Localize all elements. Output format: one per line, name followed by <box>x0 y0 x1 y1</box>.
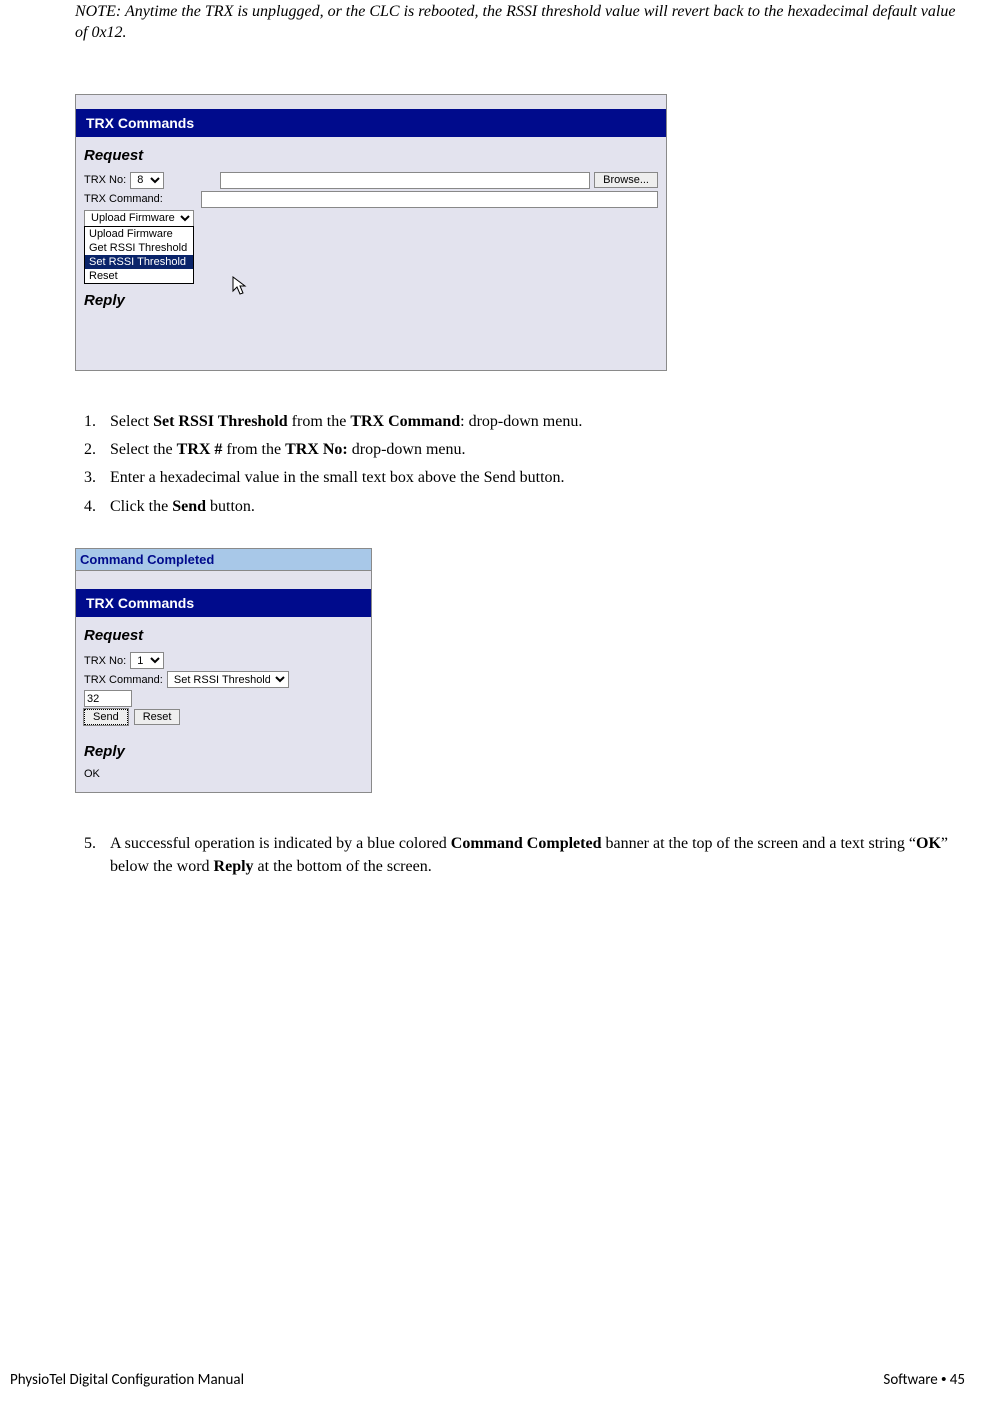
reply-label-2: Reply <box>76 733 371 764</box>
page-footer: PhysioTel Digital Configuration Manual S… <box>0 1371 965 1389</box>
note-text: NOTE: Anytime the TRX is unplugged, or t… <box>75 2 965 44</box>
trx-command-select-2[interactable]: Set RSSI Threshold <box>167 671 289 688</box>
command-completed-banner: Command Completed <box>76 549 371 571</box>
step-1: Select Set RSSI Threshold from the TRX C… <box>100 411 965 433</box>
reset-button[interactable]: Reset <box>134 709 181 725</box>
footer-right: Software • 45 <box>883 1371 965 1389</box>
trx-command-select[interactable]: Upload Firmware <box>84 210 194 227</box>
browse-button[interactable]: Browse... <box>594 172 658 188</box>
request-label-2: Request <box>76 617 371 648</box>
request-label: Request <box>76 137 666 168</box>
reply-label: Reply <box>76 290 666 313</box>
reply-text: OK <box>76 764 371 792</box>
step-4: Click the Send button. <box>100 496 965 518</box>
trx-command-label: TRX Command: <box>84 193 163 205</box>
option-reset[interactable]: Reset <box>85 269 193 283</box>
instruction-list-a: Select Set RSSI Threshold from the TRX C… <box>75 411 965 519</box>
trx-commands-panel-2: Command Completed TRX Commands Request T… <box>75 548 372 793</box>
trx-commands-panel-1: TRX Commands Request TRX No: 8 Browse...… <box>75 94 667 371</box>
trx-no-label-2: TRX No: <box>84 655 126 667</box>
trx-command-dropdown-list[interactable]: Upload Firmware Get RSSI Threshold Set R… <box>84 226 194 284</box>
hex-value-input[interactable] <box>84 690 132 707</box>
step-3: Enter a hexadecimal value in the small t… <box>100 467 965 489</box>
step-5: A successful operation is indicated by a… <box>100 833 965 878</box>
panel-title-2: TRX Commands <box>76 589 371 617</box>
trx-no-select[interactable]: 8 <box>130 172 164 189</box>
step-2: Select the TRX # from the TRX No: drop-d… <box>100 439 965 461</box>
trx-no-select-2[interactable]: 1 <box>130 652 164 669</box>
instruction-list-b: A successful operation is indicated by a… <box>75 833 965 878</box>
send-button[interactable]: Send <box>84 709 128 725</box>
option-get-rssi[interactable]: Get RSSI Threshold <box>85 241 193 255</box>
option-set-rssi[interactable]: Set RSSI Threshold <box>85 255 193 269</box>
trx-command-label-2: TRX Command: <box>84 674 163 686</box>
trx-no-label: TRX No: <box>84 174 126 186</box>
secondary-input[interactable] <box>201 191 658 208</box>
panel-title: TRX Commands <box>76 109 666 137</box>
file-path-input[interactable] <box>220 172 590 189</box>
option-upload-firmware[interactable]: Upload Firmware <box>85 227 193 241</box>
footer-left: PhysioTel Digital Configuration Manual <box>10 1371 244 1389</box>
